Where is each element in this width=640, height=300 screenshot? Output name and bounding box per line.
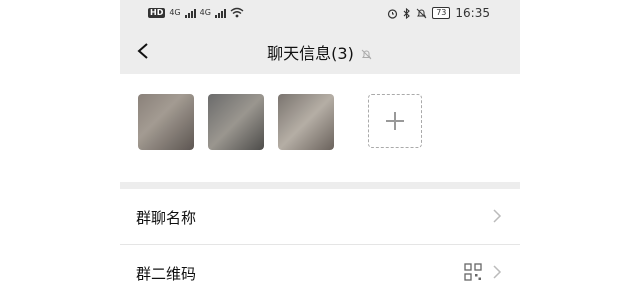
- qr-code-icon: [464, 263, 482, 281]
- clock: 16:35: [455, 6, 490, 20]
- phone-screen: HD 4G 4G 73 16:35 聊天信息(3) 群聊名称 群二维码: [120, 0, 520, 300]
- member-grid: [120, 74, 520, 182]
- member-avatar[interactable]: [138, 94, 194, 150]
- page-title-text: 聊天信息(3): [267, 44, 354, 63]
- signal-icon: [214, 8, 226, 18]
- chevron-right-icon: [493, 209, 502, 223]
- add-member-button[interactable]: [368, 94, 422, 148]
- page-title: 聊天信息(3): [120, 40, 520, 64]
- wifi-icon: [230, 7, 244, 18]
- group-name-label: 群聊名称: [136, 209, 197, 227]
- group-name-row[interactable]: 群聊名称: [120, 189, 520, 245]
- chevron-right-icon: [493, 265, 502, 279]
- nav-header: 聊天信息(3): [120, 28, 520, 74]
- group-qr-label: 群二维码: [136, 265, 197, 283]
- group-qr-row[interactable]: 群二维码: [120, 245, 520, 300]
- alarm-icon: [388, 8, 398, 19]
- member-avatar[interactable]: [208, 94, 264, 150]
- sim1-network: 4G: [169, 8, 181, 17]
- member-avatar[interactable]: [278, 94, 334, 150]
- hd-badge: HD: [148, 7, 166, 18]
- status-bar: HD 4G 4G 73 16:35: [120, 0, 520, 28]
- bluetooth-icon: [403, 7, 411, 19]
- bell-muted-icon: [361, 49, 372, 60]
- sim2-network: 4G: [199, 8, 211, 17]
- battery-icon: 73: [432, 7, 451, 19]
- signal-icon: [184, 8, 196, 18]
- bell-muted-icon: [416, 8, 427, 18]
